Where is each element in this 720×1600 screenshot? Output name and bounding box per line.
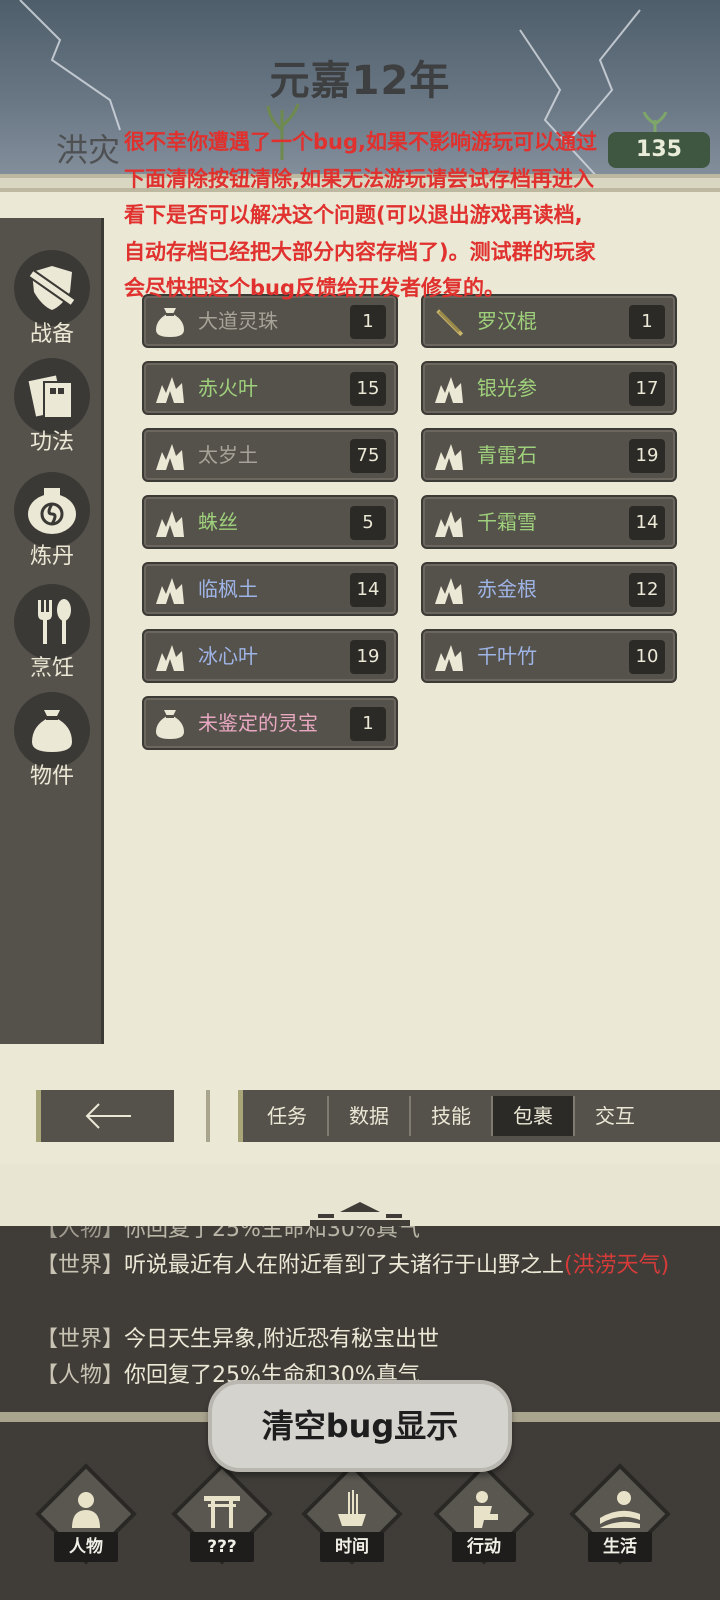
item-count: 14 [629,506,665,540]
item-name: 千叶竹 [477,644,537,668]
inventory-item[interactable]: 银光参 17 [421,361,677,415]
inventory-item[interactable]: 未鉴定的灵宝 1 [142,696,398,750]
nav-label: 行动 [452,1532,516,1562]
tab-tasks[interactable]: 任务 [247,1096,329,1136]
inventory-item[interactable]: 赤火叶 15 [142,361,398,415]
inventory-item[interactable]: 千霜雪 14 [421,495,677,549]
herb-icon [156,444,184,470]
herb-icon [435,444,463,470]
item-name: 冰心叶 [198,644,258,668]
sidebar-item-label: 炼丹 [29,544,74,569]
item-name: 赤火叶 [198,376,258,400]
left-arrow-icon [85,1103,131,1129]
item-count: 19 [629,439,665,473]
pouch-icon [156,308,184,337]
item-count: 1 [350,707,386,741]
nav-label: ??? [190,1532,254,1562]
sidebar-item-label: 物件 [29,764,74,789]
nav-label: 生活 [588,1532,652,1562]
item-count: 1 [350,305,386,339]
resource-counter: 135 [608,132,710,168]
fork-spoon-icon [14,584,90,660]
sidebar-item-techniques[interactable]: 功法 [12,358,92,456]
gate-icon [204,1496,240,1528]
sidebar-item-label: 战备 [29,322,74,347]
tab-bar: 任务 数据 技能 包裹 交互 [238,1090,720,1142]
item-count: 10 [629,640,665,674]
sidebar-item-alchemy[interactable]: 炼丹 [12,472,92,570]
item-count: 1 [629,305,665,339]
inventory-item[interactable]: 蛛丝 5 [142,495,398,549]
tab-inventory[interactable]: 包裹 [493,1096,575,1136]
item-count: 19 [350,640,386,674]
book-icon [14,358,90,434]
herb-icon [156,578,184,604]
sidebar-item-cooking[interactable]: 烹饪 [12,584,92,682]
sword-shield-icon [14,250,90,326]
cauldron-icon [14,472,90,548]
log-line: 【世界】听说最近有人在附近看到了夫诸行于山野之上(洪涝天气) [36,1253,670,1278]
inventory-item[interactable]: 千叶竹 10 [421,629,677,683]
tab-skills[interactable]: 技能 [411,1096,493,1136]
landscape-icon [600,1491,640,1528]
pouch-icon [156,710,184,739]
item-name: 赤金根 [477,577,537,601]
herb-icon [435,377,463,403]
sidebar-item-label: 烹饪 [29,656,74,681]
item-name: 未鉴定的灵宝 [198,711,318,735]
item-name: 银光参 [477,376,537,400]
action-icon [474,1491,498,1528]
nav-character[interactable]: 人物 [35,1463,137,1574]
item-name: 青雷石 [477,443,537,467]
staff-icon [436,309,464,337]
item-count: 12 [629,573,665,607]
herb-icon [156,511,184,537]
herb-icon [435,511,463,537]
pouch-icon [14,692,90,768]
inventory-item[interactable]: 临枫土 14 [142,562,398,616]
inventory-item[interactable]: 太岁土 75 [142,428,398,482]
log-line: 【人物】你回复了25%生命和30%真气 [36,1226,420,1242]
item-name: 蛛丝 [198,510,238,534]
item-name: 临枫土 [198,577,258,601]
herb-icon [156,377,184,403]
clear-bug-button[interactable]: 清空bug显示 [208,1380,512,1472]
nav-label: 时间 [320,1532,384,1562]
sidebar-item-items[interactable]: 物件 [12,692,92,790]
item-name: 千霜雪 [477,510,537,534]
inventory-item[interactable]: 赤金根 12 [421,562,677,616]
herb-icon [156,645,184,671]
item-count: 5 [350,506,386,540]
nav-time[interactable]: 时间 [301,1463,403,1574]
tab-divider [206,1090,210,1142]
tab-data[interactable]: 数据 [329,1096,411,1136]
sidebar-item-equipment[interactable]: 战备 [12,250,92,348]
year-title: 元嘉12年 [269,58,451,104]
herb-icon [435,578,463,604]
log-expand-handle[interactable] [310,1198,410,1226]
sprout-icon [642,112,668,134]
sidebar-item-label: 功法 [29,430,74,455]
item-count: 15 [350,372,386,406]
log-line: 【世界】今日天生异象,附近恐有秘宝出世 [36,1327,440,1352]
weather-label: 洪灾 [56,131,121,169]
item-count: 17 [629,372,665,406]
inventory-item[interactable]: 青雷石 19 [421,428,677,482]
bug-notice: 很不幸你遭遇了一个bug,如果不影响游玩可以通过下面清除按钮清除,如果无法游玩请… [124,130,597,300]
inventory-item[interactable]: 冰心叶 19 [142,629,398,683]
nav-label: 人物 [54,1532,118,1562]
incense-icon [338,1490,366,1526]
person-icon [72,1492,100,1528]
item-count: 14 [350,573,386,607]
nav-action[interactable]: 行动 [433,1463,535,1574]
item-name: 太岁土 [198,443,258,467]
item-count: 75 [350,439,386,473]
nav-life[interactable]: 生活 [569,1463,671,1574]
nav-unknown[interactable]: ??? [171,1463,273,1574]
tab-interact[interactable]: 交互 [575,1096,655,1136]
herb-icon [435,645,463,671]
back-button[interactable] [36,1090,174,1142]
